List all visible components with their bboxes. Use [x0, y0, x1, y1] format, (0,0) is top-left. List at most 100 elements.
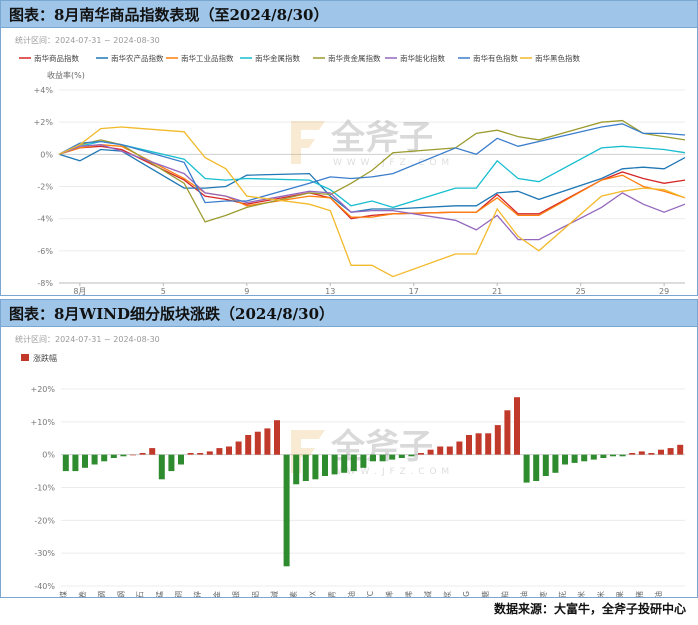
x-tick-label: 白糖 [480, 591, 490, 597]
bar [542, 454, 549, 476]
watermark-text: 全斧子 [330, 118, 433, 158]
x-tick-label: 硅锰 [154, 591, 164, 597]
bar [283, 454, 290, 567]
x-tick-label: 17 [409, 287, 419, 295]
bar [120, 454, 127, 457]
bar [379, 454, 386, 462]
x-tick-label: 氧化铝 [250, 591, 260, 597]
bottom-panel: 图表：8月WIND细分版块涨跌（2024/8/30） 统计区间：2024-07-… [0, 299, 698, 598]
bar [130, 454, 136, 456]
x-tick-label: LPG [462, 591, 471, 597]
bar [648, 453, 655, 455]
bar [264, 428, 271, 455]
bar [139, 453, 146, 455]
watermark-url: W W W . J F Z . C O M [333, 467, 450, 477]
bar [619, 454, 626, 457]
bar [254, 431, 261, 455]
bar [302, 454, 309, 481]
x-tick-label: 纯碱 [269, 591, 279, 597]
y-tick-label: -4% [37, 215, 53, 224]
bar [72, 454, 79, 472]
legend-label: 涨跌幅 [33, 353, 57, 363]
bar [418, 453, 424, 455]
legend-label: 南华黑色指数 [535, 53, 580, 63]
bar [590, 454, 597, 460]
legend-item: 南华农产品指数 [96, 53, 164, 63]
x-tick-label: 粳米 [576, 591, 586, 597]
bar [197, 453, 204, 455]
bar [149, 448, 156, 455]
x-tick-label: 棉花 [557, 591, 567, 597]
top-panel: 图表：8月南华商品指数表现（至2024/8/30） 统计区间：2024-07-3… [0, 0, 698, 296]
bar [398, 454, 405, 458]
y-tick-label: 0% [42, 451, 55, 460]
bar [245, 435, 252, 455]
legend-label: 南华农产品指数 [111, 53, 164, 63]
bar [533, 454, 540, 481]
data-source: 数据来源：大富牛，全斧子投研中心 [493, 602, 686, 616]
bar-chart: 涨跌幅-40%-30%-20%-10%0%+10%+20%全斧子W W W . … [21, 353, 685, 597]
bar [504, 410, 511, 455]
y-tick-label: +20% [31, 385, 56, 394]
bar [562, 454, 568, 465]
watermark-logo-icon [291, 121, 325, 164]
bar [389, 454, 396, 460]
top-panel-title: 图表：8月南华商品指数表现（至2024/8/30） [9, 6, 329, 24]
x-tick-label: 烧碱 [423, 591, 433, 597]
bar [235, 441, 242, 455]
x-tick-label: 热卷 [77, 591, 87, 597]
bar [312, 454, 319, 480]
x-tick-label: 25 [576, 287, 586, 295]
x-tick-label: 豆油 [519, 591, 529, 597]
bar [101, 454, 108, 462]
y-tick-label: +2% [34, 118, 54, 127]
x-tick-label: PVC [366, 591, 375, 597]
x-tick-label: 尿素 [288, 591, 298, 597]
y-axis-label: 收益率(%) [47, 70, 85, 80]
bar [600, 454, 607, 458]
x-tick-label: 29 [659, 287, 669, 295]
bar [370, 454, 376, 462]
x-tick-label: 沪银 [231, 591, 241, 597]
bar [293, 454, 300, 485]
bar [216, 448, 223, 455]
watermark-url: W W W . J F Z . C O M [333, 158, 450, 168]
bar [581, 454, 588, 462]
bar [658, 449, 664, 455]
line-legend: 南华商品指数 南华农产品指数 南华工业品指数 南华金属指数 南华贵金属指数 南华能化指数 南… [19, 53, 580, 63]
legend-label: 南华商品指数 [34, 53, 79, 63]
bar [110, 454, 117, 458]
bar [638, 451, 645, 455]
legend-item: 南华贵金属指数 [313, 53, 381, 63]
bar [437, 446, 444, 455]
bar [91, 454, 98, 465]
y-tick-label: -6% [37, 247, 53, 256]
x-tick-label: 沪金 [211, 591, 221, 597]
bar [178, 454, 184, 465]
top-panel-header: 图表：8月南华商品指数表现（至2024/8/30） [1, 1, 697, 28]
legend-item: 南华能化指数 [385, 53, 445, 63]
x-tick-label: 铁矿石 [135, 591, 145, 597]
bar [610, 454, 616, 457]
x-tick-label: 菜粕 [499, 591, 509, 597]
legend-item: 南华金属指数 [240, 53, 300, 63]
x-tick-label: 苯乙烯 [403, 591, 413, 597]
x-tick-label: 13 [325, 287, 335, 295]
bar [629, 453, 636, 455]
bar [274, 420, 280, 455]
bar [667, 448, 674, 455]
x-tick-label: 纸浆 [442, 591, 452, 597]
x-tick-label: 红枣 [538, 591, 548, 597]
x-tick-label: 棕榈油 [653, 591, 663, 597]
bar [552, 454, 559, 473]
x-tick-label: 国际铜 [173, 591, 183, 597]
bottom-panel-title: 图表：8月WIND细分版块涨跌（2024/8/30） [9, 305, 335, 323]
y-tick-label: +4% [34, 86, 54, 95]
line-chart: 南华商品指数 南华农产品指数 南华工业品指数 南华金属指数 南华贵金属指数 南华能化指数 南… [19, 53, 686, 295]
bar [677, 444, 684, 455]
legend-label: 南华工业品指数 [181, 53, 234, 63]
legend-item: 南华工业品指数 [166, 53, 234, 63]
bar [341, 454, 348, 473]
bar [494, 425, 501, 455]
x-tick-label: 玉米 [595, 591, 605, 597]
